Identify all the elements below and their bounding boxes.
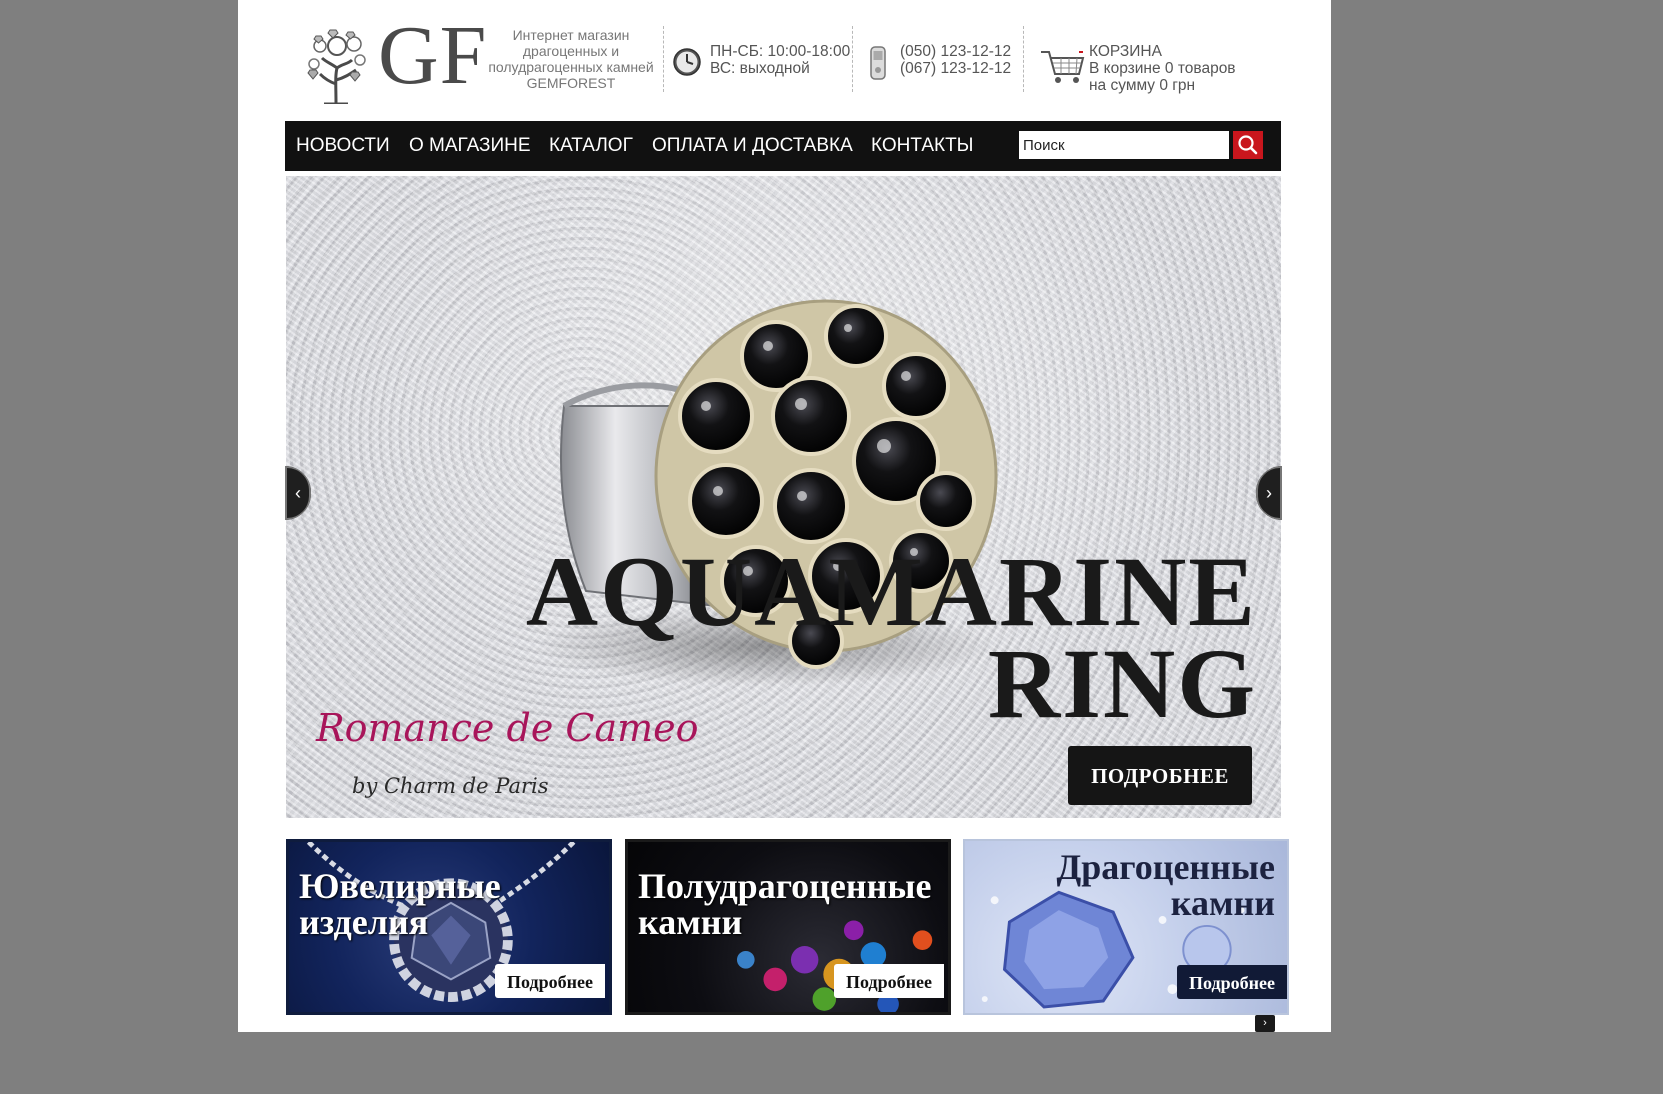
brand-script-logo: Romance de Cameo [316, 706, 699, 750]
category-card-jewelry[interactable]: Ювелирные изделия Подробнее [286, 839, 612, 1015]
card-more-button[interactable]: Подробнее [1177, 965, 1287, 999]
card-title-line: Драгоценные [1056, 847, 1275, 887]
nav-item-payment-delivery[interactable]: ОПЛАТА И ДОСТАВКА [652, 135, 853, 157]
hero-title-line1: AQUAMARINE [525, 536, 1257, 647]
card-more-button[interactable]: Подробнее [834, 964, 944, 998]
logo-tree-icon[interactable] [302, 24, 372, 104]
search-icon [1238, 135, 1258, 155]
chevron-right-icon: › [1266, 483, 1272, 503]
mobile-phone-icon [870, 46, 886, 80]
cart-title[interactable]: КОРЗИНА [1089, 43, 1236, 60]
main-nav: НОВОСТИ О МАГАЗИНЕ КАТАЛОГ ОПЛАТА И ДОСТ… [285, 121, 1281, 171]
logo-text[interactable]: GF [378, 14, 487, 98]
site-tagline: Интернет магазин драгоценных и полудраго… [484, 27, 658, 91]
card-title-line: камни [1170, 883, 1275, 923]
card-more-button[interactable]: Подробнее [495, 964, 605, 998]
card-title-line: Ювелирные [299, 866, 501, 906]
cart-items-count: В корзине 0 товаров [1089, 60, 1236, 77]
nav-item-catalog[interactable]: КАТАЛОГ [549, 135, 633, 157]
site-header: GF Интернет магазин драгоценных и полудр… [238, 0, 1331, 120]
brand-byline: by Charm de Paris [352, 774, 549, 798]
phone-number[interactable]: (050) 123-12-12 [900, 43, 1011, 60]
phone-numbers: (050) 123-12-12 (067) 123-12-12 [900, 43, 1011, 77]
search-button[interactable] [1233, 131, 1263, 159]
card-title-line: камни [638, 902, 743, 942]
phone-number[interactable]: (067) 123-12-12 [900, 60, 1011, 77]
search-input[interactable] [1019, 131, 1229, 159]
cart-icon[interactable] [1039, 48, 1085, 86]
card-title-line: изделия [299, 902, 429, 942]
header-divider [663, 26, 664, 92]
page: GF Интернет магазин драгоценных и полудр… [238, 0, 1331, 1032]
hours-weekdays: ПН-СБ: 10:00-18:00 [710, 43, 851, 60]
clock-icon [673, 48, 701, 76]
hero-more-button[interactable]: ПОДРОБНЕЕ [1068, 746, 1252, 805]
card-title: Полудрагоценные камни [638, 868, 931, 940]
chevron-right-icon: › [1263, 1017, 1267, 1029]
header-divider [852, 26, 853, 92]
chevron-left-icon: ‹ [295, 483, 301, 503]
tagline-line: GEMFOREST [526, 75, 616, 91]
cart-summary[interactable]: КОРЗИНА В корзине 0 товаров на сумму 0 г… [1089, 43, 1236, 94]
tagline-line: драгоценных и [522, 43, 620, 59]
tagline-line: полудрагоценных камней [488, 59, 654, 75]
header-divider [1023, 26, 1024, 92]
hero-slider[interactable]: AQUAMARINE RING Romance de Cameo by Char… [286, 176, 1281, 818]
nav-item-about[interactable]: О МАГАЗИНЕ [409, 135, 531, 157]
carousel-next-button[interactable]: › [1255, 1015, 1275, 1032]
hero-title: AQUAMARINE RING [525, 536, 1257, 734]
nav-item-contacts[interactable]: КОНТАКТЫ [871, 135, 974, 157]
card-title: Драгоценные камни [1056, 849, 1275, 921]
cart-total: на сумму 0 грн [1089, 77, 1196, 94]
category-card-semiprecious[interactable]: Полудрагоценные камни Подробнее [625, 839, 951, 1015]
working-hours: ПН-СБ: 10:00-18:00 ВС: выходной [710, 43, 850, 77]
nav-item-news[interactable]: НОВОСТИ [296, 135, 390, 157]
hours-sunday: ВС: выходной [710, 60, 810, 77]
tagline-line: Интернет магазин [512, 27, 630, 43]
card-title: Ювелирные изделия [299, 868, 501, 940]
category-card-precious[interactable]: Драгоценные камни Подробнее [963, 839, 1289, 1015]
card-title-line: Полудрагоценные [638, 866, 932, 906]
